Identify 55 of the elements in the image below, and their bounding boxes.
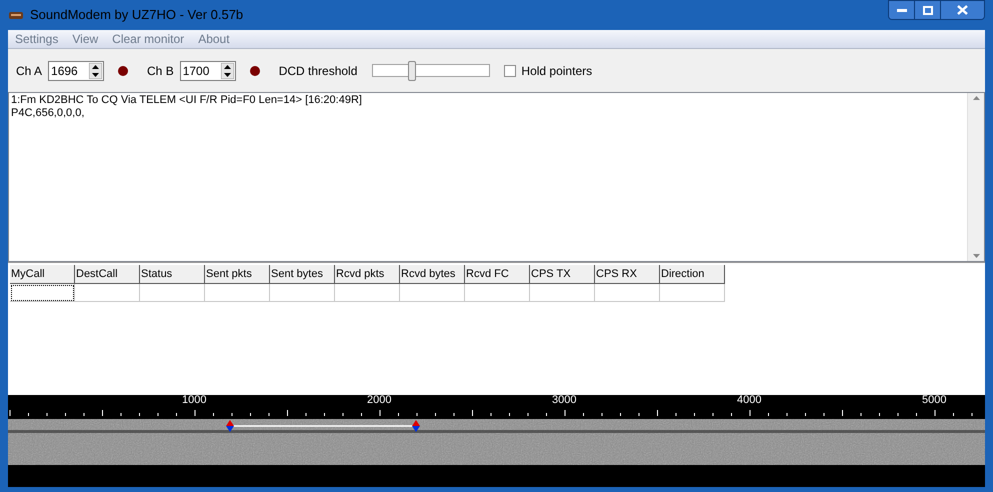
modem-icon bbox=[8, 10, 24, 20]
checkbox[interactable] bbox=[504, 64, 516, 76]
maximize-button[interactable] bbox=[915, 1, 941, 19]
scroll-up-icon bbox=[972, 96, 980, 100]
table-cell[interactable] bbox=[335, 284, 400, 302]
monitor-line: 1:Fm KD2BHC To CQ Via TELEM <UI F/R Pid=F0 Len=14> [16:20:49R] bbox=[11, 94, 363, 107]
menu-item[interactable]: Settings bbox=[8, 30, 66, 48]
maximize-icon bbox=[922, 6, 932, 14]
column-header[interactable]: Direction bbox=[660, 265, 725, 284]
table-cell[interactable] bbox=[660, 284, 725, 302]
scale-label: 1000 bbox=[182, 395, 206, 406]
column-header[interactable]: Sent bytes bbox=[270, 265, 335, 284]
menu-item[interactable]: Clear monitor bbox=[105, 30, 192, 48]
scale-label: 3000 bbox=[552, 395, 576, 406]
dcd-slider[interactable] bbox=[372, 60, 490, 82]
table-cell[interactable] bbox=[530, 284, 595, 302]
column-header[interactable]: CPS TX bbox=[530, 265, 595, 284]
scale-label: 4000 bbox=[737, 395, 762, 406]
table-cell[interactable] bbox=[465, 284, 530, 302]
spin-arrows-icon bbox=[220, 62, 234, 78]
slider-thumb[interactable] bbox=[408, 60, 416, 80]
spin-arrows-icon bbox=[89, 62, 102, 78]
table-cell[interactable] bbox=[140, 284, 205, 302]
scale-label: 2000 bbox=[367, 395, 392, 406]
table-cell[interactable] bbox=[400, 284, 465, 302]
table-cell[interactable] bbox=[75, 284, 140, 302]
column-header[interactable]: MyCall bbox=[10, 265, 75, 284]
channel-label: Ch B bbox=[147, 62, 174, 80]
column-header[interactable]: Status bbox=[140, 265, 205, 284]
column-header[interactable]: Rcvd bytes bbox=[400, 265, 465, 284]
menu-item[interactable]: About bbox=[191, 30, 237, 48]
table-cell[interactable] bbox=[270, 284, 335, 302]
frequency-spinbox[interactable]: 1700 bbox=[180, 60, 236, 80]
column-header[interactable]: CPS RX bbox=[595, 265, 660, 284]
frequency-spinbox[interactable]: 1696 bbox=[48, 60, 104, 80]
column-header[interactable]: DestCall bbox=[75, 265, 140, 284]
close-icon bbox=[957, 5, 968, 15]
close-button[interactable] bbox=[941, 1, 984, 19]
dcd-label: DCD threshold bbox=[278, 62, 358, 80]
column-header[interactable]: Rcvd FC bbox=[465, 265, 530, 284]
menu-item[interactable]: View bbox=[65, 30, 106, 48]
minimize-button[interactable] bbox=[889, 1, 915, 19]
table-cell[interactable] bbox=[10, 284, 75, 302]
table-cell[interactable] bbox=[205, 284, 270, 302]
monitor-line: P4C,656,0,0,0, bbox=[11, 107, 86, 120]
scale-label: 5000 bbox=[922, 395, 946, 406]
scrollbar[interactable] bbox=[967, 93, 984, 261]
minimize-icon bbox=[896, 8, 906, 12]
table-cell[interactable] bbox=[595, 284, 660, 302]
window-title: SoundModem by UZ7HO - Ver 0.57b bbox=[30, 6, 244, 24]
checkbox-label: Hold pointers bbox=[521, 62, 592, 80]
column-header[interactable]: Sent pkts bbox=[205, 265, 270, 284]
channel-label: Ch A bbox=[16, 62, 42, 80]
scroll-down-icon bbox=[972, 254, 980, 258]
column-header[interactable]: Rcvd pkts bbox=[335, 265, 400, 284]
